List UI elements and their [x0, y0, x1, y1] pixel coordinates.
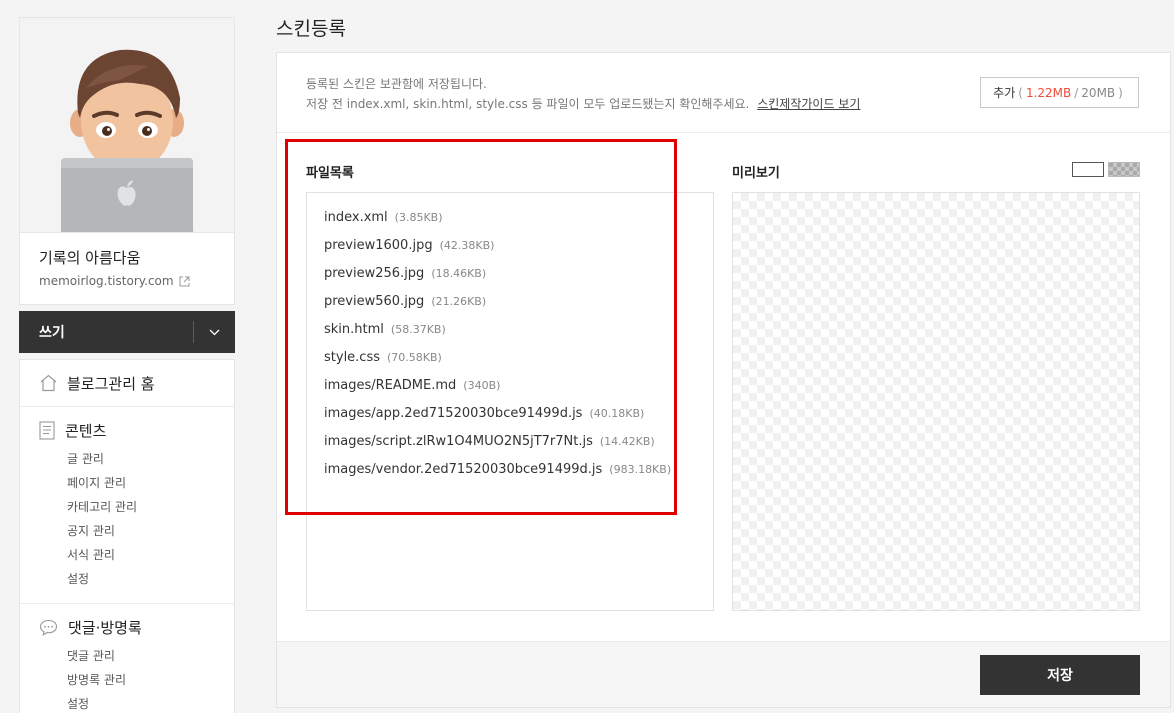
storage-total: 20MB [1081, 85, 1116, 100]
file-item[interactable]: preview256.jpg (18.46KB) [324, 263, 713, 291]
file-name: preview256.jpg [324, 266, 425, 281]
memoji-avatar-icon [20, 18, 234, 232]
file-name: style.css [324, 350, 380, 365]
notice-area: 등록된 스킨은 보관함에 저장됩니다. 저장 전 index.xml, skin… [277, 53, 1170, 133]
footer-bar: 저장 [277, 641, 1170, 707]
speech-bubble-icon [39, 619, 58, 636]
file-name: images/vendor.2ed71520030bce91499d.js [324, 462, 603, 477]
file-list-box: index.xml (3.85KB) preview1600.jpg (42.38K… [306, 192, 714, 611]
file-item[interactable]: images/README.md (340B) [324, 375, 713, 403]
file-item[interactable]: index.xml (3.85KB) [324, 207, 713, 235]
file-size: (340B) [463, 379, 501, 392]
file-item[interactable]: images/script.zlRw1O4MUO2N5jT7r7Nt.js (14… [324, 431, 713, 459]
menu-home-label: 블로그관리 홈 [67, 374, 155, 393]
sidebar: 기록의 아름다움 memoirlog.tistory.com 쓰기 블로그관리 … [19, 17, 235, 713]
add-file-button[interactable]: 추가 ( 1.22MB / 20MB ) [980, 77, 1139, 108]
page-title: 스킨등록 [276, 18, 346, 40]
file-size: (58.37KB) [390, 323, 446, 336]
file-name: images/script.zlRw1O4MUO2N5jT7r7Nt.js [324, 434, 593, 449]
menu-item-comments[interactable]: 댓글·방명록 [39, 617, 234, 638]
submenu-guestbook[interactable]: 방명록 관리 [67, 670, 234, 694]
file-name: preview560.jpg [324, 294, 425, 309]
notice-text-2: 저장 전 index.xml, skin.html, style.css 등 파… [306, 97, 750, 111]
menu-comments-label: 댓글·방명록 [68, 619, 142, 637]
submenu-comments-settings[interactable]: 설정 [67, 694, 234, 713]
file-name: images/README.md [324, 378, 457, 393]
menu-item-content[interactable]: 콘텐츠 [39, 420, 234, 441]
skin-guide-link[interactable]: 스킨제작가이드 보기 [757, 97, 860, 111]
file-name: preview1600.jpg [324, 238, 433, 253]
blog-title[interactable]: 기록의 아름다움 [20, 233, 234, 268]
content-submenu: 글 관리 페이지 관리 카테고리 관리 공지 관리 서식 관리 설정 [39, 449, 234, 593]
menu-group-content: 콘텐츠 글 관리 페이지 관리 카테고리 관리 공지 관리 서식 관리 설정 [20, 407, 234, 604]
blog-url-text: memoirlog.tistory.com [39, 274, 174, 288]
menu-item-home[interactable]: 블로그관리 홈 [20, 360, 234, 407]
file-item[interactable]: preview1600.jpg (42.38KB) [324, 235, 713, 263]
submenu-posts[interactable]: 글 관리 [67, 449, 234, 473]
submenu-pages[interactable]: 페이지 관리 [67, 473, 234, 497]
file-size: (21.26KB) [431, 295, 487, 308]
file-item[interactable]: images/vendor.2ed71520030bce91499d.js (98… [324, 459, 713, 487]
storage-used: 1.22MB [1025, 85, 1072, 100]
write-button[interactable]: 쓰기 [19, 322, 193, 342]
submenu-content-settings[interactable]: 설정 [67, 569, 234, 593]
preview-label: 미리보기 [732, 166, 780, 181]
comments-submenu: 댓글 관리 방명록 관리 설정 [39, 646, 234, 713]
preview-bg-white-toggle[interactable] [1072, 162, 1104, 177]
add-button-open-paren: ( [1018, 85, 1023, 100]
admin-menu: 블로그관리 홈 콘텐츠 글 관리 페이지 관리 카테고리 관리 공지 관리 서식… [19, 359, 235, 713]
chevron-down-icon [209, 329, 220, 335]
file-item[interactable]: skin.html (58.37KB) [324, 319, 713, 347]
file-size: (42.38KB) [439, 239, 495, 252]
file-size: (70.58KB) [387, 351, 442, 364]
file-size: (3.85KB) [394, 211, 443, 224]
preview-area [732, 192, 1140, 611]
home-icon [40, 374, 57, 392]
menu-content-label: 콘텐츠 [65, 422, 107, 440]
file-item[interactable]: style.css (70.58KB) [324, 347, 713, 375]
avatar[interactable] [20, 18, 234, 233]
file-name: index.xml [324, 210, 388, 225]
file-size: (40.18KB) [589, 407, 645, 420]
preview-bg-checker-toggle[interactable] [1108, 162, 1140, 177]
blog-url-link[interactable]: memoirlog.tistory.com [20, 268, 234, 288]
add-button-label: 추가 [993, 86, 1016, 100]
submenu-notices[interactable]: 공지 관리 [67, 521, 234, 545]
add-button-separator: / [1074, 85, 1079, 100]
profile-card: 기록의 아름다움 memoirlog.tistory.com [19, 17, 235, 305]
file-list-label: 파일목록 [306, 166, 354, 181]
submenu-comments[interactable]: 댓글 관리 [67, 646, 234, 670]
submenu-categories[interactable]: 카테고리 관리 [67, 497, 234, 521]
write-bar: 쓰기 [19, 311, 235, 353]
file-item[interactable]: preview560.jpg (21.26KB) [324, 291, 713, 319]
save-button[interactable]: 저장 [980, 655, 1140, 695]
external-link-icon [179, 276, 190, 286]
document-icon [39, 421, 55, 440]
submenu-templates[interactable]: 서식 관리 [67, 545, 234, 569]
file-name: skin.html [324, 322, 384, 337]
file-item[interactable]: images/app.2ed71520030bce91499d.js (40.18… [324, 403, 713, 431]
notice-text-2-row: 저장 전 index.xml, skin.html, style.css 등 파… [306, 95, 860, 112]
add-button-close-paren: ) [1118, 85, 1123, 100]
file-size: (983.18KB) [609, 463, 672, 476]
skin-upload-panel: 등록된 스킨은 보관함에 저장됩니다. 저장 전 index.xml, skin… [276, 52, 1171, 708]
notice-text-1: 등록된 스킨은 보관함에 저장됩니다. [306, 77, 487, 91]
file-list: index.xml (3.85KB) preview1600.jpg (42.38K… [307, 193, 713, 487]
file-size: (14.42KB) [599, 435, 655, 448]
file-name: images/app.2ed71520030bce91499d.js [324, 406, 583, 421]
menu-group-comments: 댓글·방명록 댓글 관리 방명록 관리 설정 [20, 604, 234, 713]
write-dropdown-toggle[interactable] [194, 311, 235, 353]
file-size: (18.46KB) [431, 267, 487, 280]
page: 기록의 아름다움 memoirlog.tistory.com 쓰기 블로그관리 … [0, 0, 1174, 713]
